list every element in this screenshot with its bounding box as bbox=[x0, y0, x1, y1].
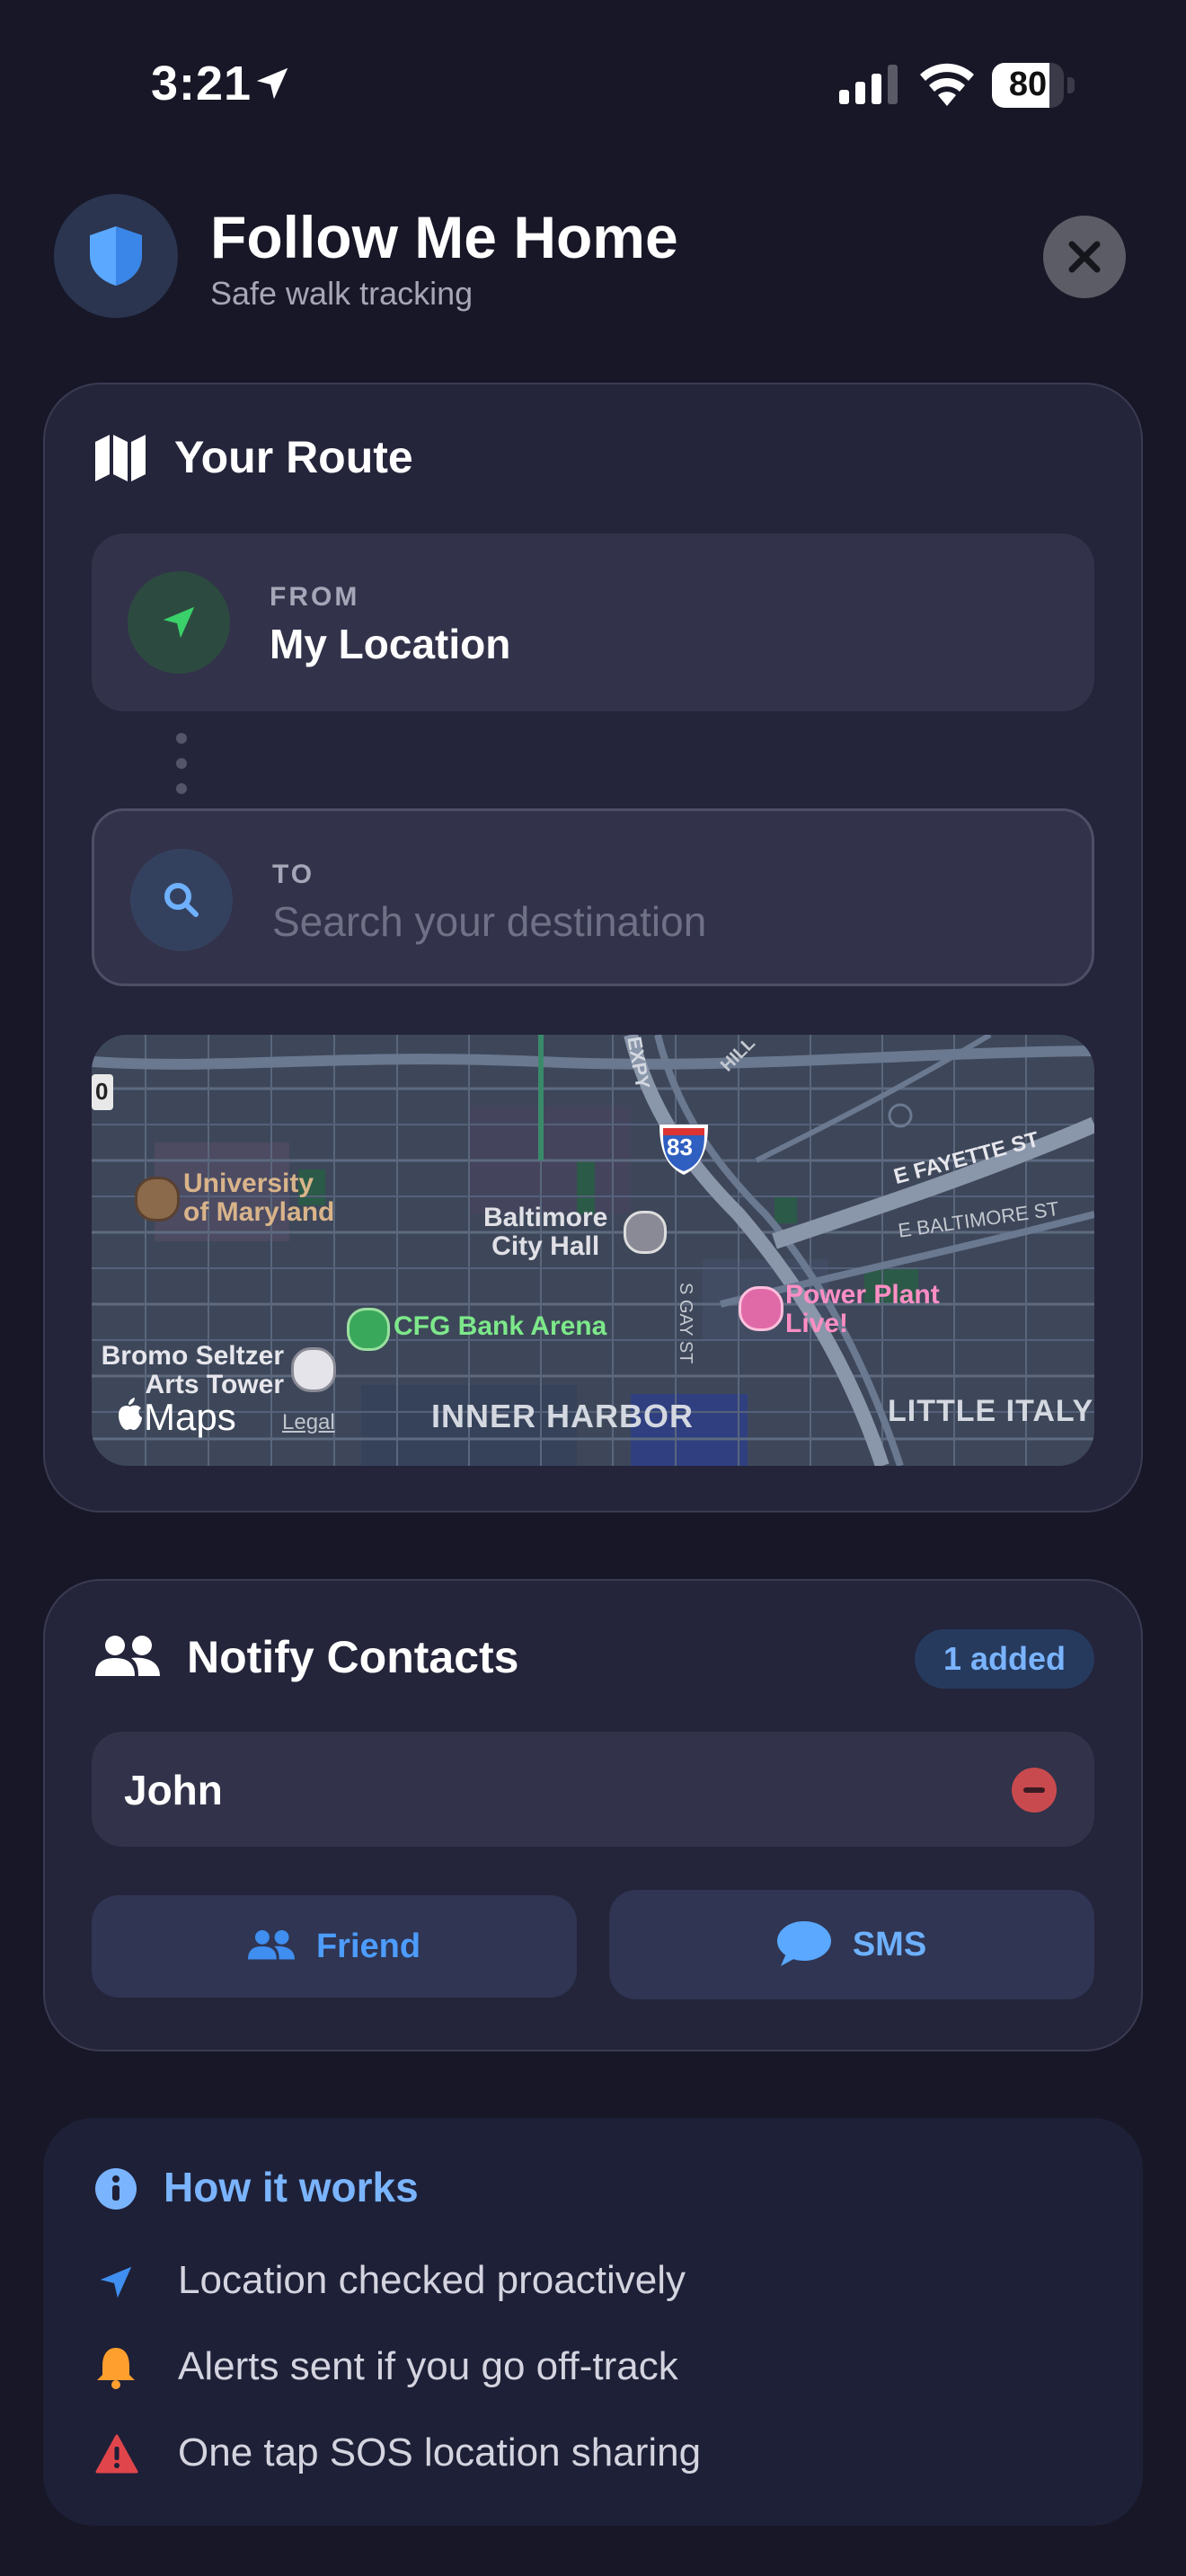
destination-field[interactable]: TO Search your destination bbox=[92, 808, 1094, 986]
cellular-signal-icon bbox=[839, 65, 898, 104]
page-subtitle: Safe walk tracking bbox=[210, 275, 474, 312]
minus-icon bbox=[1023, 1787, 1045, 1793]
route-map[interactable]: 0 83 University of Maryland Baltimore Ci… bbox=[92, 1035, 1094, 1466]
map-label-power-plant[interactable]: Power Plant Live! bbox=[785, 1281, 940, 1338]
contacts-title: Notify Contacts bbox=[187, 1632, 519, 1682]
landmark-icon bbox=[624, 1211, 667, 1254]
friend-button-label: Friend bbox=[315, 1927, 421, 1965]
map-label-gay-st: S GAY ST bbox=[676, 1283, 695, 1364]
route-connector-dots bbox=[176, 733, 187, 808]
apple-logo-icon bbox=[119, 1398, 142, 1430]
maps-brand: Maps bbox=[144, 1396, 236, 1438]
map-label-city-hall[interactable]: Baltimore City Hall bbox=[483, 1204, 607, 1261]
map-label-university[interactable]: University of Maryland bbox=[183, 1169, 334, 1227]
edge-shield-number: 0 bbox=[95, 1078, 109, 1105]
wifi-icon bbox=[920, 63, 974, 106]
remove-contact-button[interactable] bbox=[1012, 1768, 1057, 1813]
from-label: FROM bbox=[270, 582, 360, 612]
shield-icon bbox=[90, 226, 142, 286]
warning-icon bbox=[95, 2434, 138, 2474]
location-arrow-icon bbox=[256, 67, 288, 100]
add-friend-button[interactable]: Friend bbox=[92, 1895, 577, 1998]
people-icon bbox=[95, 1636, 160, 1676]
arena-icon bbox=[347, 1308, 390, 1351]
search-icon bbox=[164, 883, 199, 917]
add-sms-button[interactable]: SMS bbox=[609, 1890, 1094, 1999]
route-title: Your Route bbox=[174, 432, 413, 482]
from-value: My Location bbox=[270, 621, 511, 667]
contact-name: John bbox=[124, 1767, 223, 1813]
interstate-number: 83 bbox=[667, 1134, 693, 1160]
status-time: 3:21 bbox=[151, 57, 252, 110]
how-it-works-title: How it works bbox=[164, 2164, 419, 2210]
close-button[interactable] bbox=[1043, 216, 1126, 298]
people-icon bbox=[247, 1929, 295, 1960]
location-arrow-icon bbox=[163, 606, 195, 639]
edge-route-shield: 0 bbox=[92, 1074, 113, 1110]
music-note-icon bbox=[739, 1286, 783, 1331]
close-icon bbox=[1068, 241, 1101, 273]
from-icon-circle bbox=[128, 571, 230, 674]
info-item-sos: One tap SOS location sharing bbox=[178, 2430, 702, 2475]
battery-level: 80 bbox=[1008, 66, 1048, 103]
info-item-location: Location checked proactively bbox=[178, 2258, 686, 2302]
info-item-alerts: Alerts sent if you go off-track bbox=[178, 2344, 678, 2388]
contacts-count-badge: 1 added bbox=[915, 1629, 1094, 1689]
bell-icon bbox=[97, 2348, 135, 2389]
graduation-cap-icon bbox=[135, 1177, 180, 1222]
map-legal-link[interactable]: Legal bbox=[282, 1410, 335, 1435]
map-label-little-italy: LITTLE ITALY bbox=[888, 1394, 1094, 1428]
search-icon-circle bbox=[130, 849, 233, 951]
destination-input[interactable]: Search your destination bbox=[272, 897, 706, 946]
to-label: TO bbox=[272, 860, 315, 889]
info-icon bbox=[95, 2168, 137, 2210]
map-label-inner-harbor: INNER HARBOR bbox=[431, 1398, 695, 1434]
shield-badge bbox=[54, 194, 178, 318]
tower-icon bbox=[291, 1347, 336, 1392]
map-icon bbox=[95, 435, 146, 481]
page-title: Follow Me Home bbox=[210, 204, 678, 270]
message-bubble-icon bbox=[776, 1921, 831, 1966]
battery-icon: 80 bbox=[992, 63, 1075, 108]
map-label-arena[interactable]: CFG Bank Arena bbox=[394, 1311, 606, 1342]
location-arrow-icon bbox=[100, 2266, 132, 2298]
sms-button-label: SMS bbox=[852, 1925, 927, 1963]
from-field[interactable]: FROM My Location bbox=[92, 534, 1094, 711]
contact-row: John bbox=[92, 1732, 1094, 1847]
map-label-bromo[interactable]: Bromo Seltzer Arts Tower bbox=[92, 1342, 284, 1399]
